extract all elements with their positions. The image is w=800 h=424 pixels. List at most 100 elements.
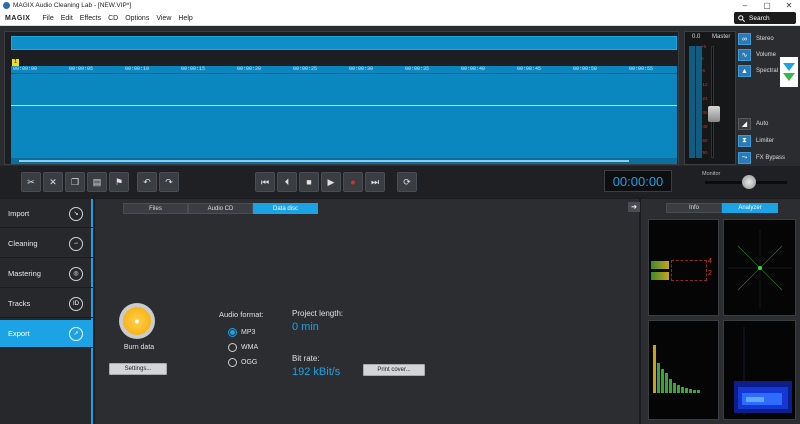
stop-icon: ■: [306, 177, 312, 187]
play-button[interactable]: ▶: [321, 172, 341, 192]
peak-meter-display: 4 2: [648, 219, 719, 316]
spectrum-bar: [673, 383, 676, 393]
go-to-start-button[interactable]: ⏮: [255, 172, 275, 192]
limiter-option[interactable]: ⧗ Limiter: [738, 135, 798, 147]
minimize-button[interactable]: –: [734, 0, 756, 11]
tab-analyzer[interactable]: Analyzer: [722, 203, 778, 213]
scale-label: -24: [701, 96, 708, 101]
settings-button[interactable]: Settings...: [109, 363, 167, 375]
scale-label: -48: [701, 124, 708, 129]
sidebar-item-export[interactable]: Export ↗: [0, 320, 93, 348]
scale-label: -12: [701, 82, 708, 87]
stop-button[interactable]: ■: [299, 172, 319, 192]
tick-label: 00:00:15: [181, 66, 206, 72]
tab-files[interactable]: Files: [123, 203, 188, 214]
stereo-icon[interactable]: ∞: [738, 33, 751, 45]
go-to-end-button[interactable]: ⏭: [365, 172, 385, 192]
auto-option[interactable]: ◢ Auto: [738, 118, 798, 130]
master-fader-track[interactable]: [711, 46, 714, 158]
sidebar-item-label: Cleaning: [8, 239, 38, 248]
maximize-button[interactable]: ▢: [756, 0, 778, 11]
radio-ogg[interactable]: [228, 357, 237, 367]
print-cover-button[interactable]: Print cover...: [363, 364, 425, 376]
tick-label: 00:00:55: [629, 66, 654, 72]
spectrum-bar: [665, 373, 668, 393]
loop-icon: ⟳: [403, 176, 411, 187]
menu-edit[interactable]: Edit: [61, 15, 73, 22]
sidebar-item-import[interactable]: Import ↘: [0, 200, 93, 228]
peak-value-left: 4: [708, 258, 712, 265]
fx-bypass-icon[interactable]: ⤳: [738, 152, 751, 164]
waveform-track[interactable]: [11, 74, 677, 158]
stereo-option[interactable]: ∞ Stereo: [738, 33, 798, 45]
tick-label: 00:00:35: [405, 66, 430, 72]
previous-button[interactable]: ⏴: [277, 172, 297, 192]
search-button[interactable]: Search: [734, 12, 796, 24]
overview-strip[interactable]: [11, 36, 677, 50]
project-length-label: Project length:: [292, 309, 344, 318]
peak-bar-left: [651, 261, 669, 269]
paste-button[interactable]: ▤: [87, 172, 107, 192]
burn-data-button[interactable]: ●: [119, 303, 155, 339]
meter-scale: +6 0 -6 -12 -24 -36 -48 -60 -90: [701, 44, 711, 156]
tick-label: 00:00:25: [293, 66, 318, 72]
brand-logo: MAGIX: [5, 14, 31, 22]
tick-label: 00:00:00: [13, 66, 38, 72]
horizontal-scrollbar[interactable]: [11, 158, 677, 164]
spectral-label: Spectral: [756, 68, 779, 74]
scale-label: -6: [701, 68, 706, 73]
stereo-label: Stereo: [756, 36, 774, 42]
undo-button[interactable]: ↶: [137, 172, 157, 192]
marker-1[interactable]: 1: [12, 59, 19, 66]
undo-icon: ↶: [143, 176, 151, 187]
delete-button[interactable]: ✕: [43, 172, 63, 192]
marker-button[interactable]: ⚑: [109, 172, 129, 192]
tick-label: 00:00:10: [125, 66, 150, 72]
menu-help[interactable]: Help: [178, 15, 192, 22]
radio-wma[interactable]: [228, 342, 237, 352]
tab-data-disc[interactable]: Data disc: [253, 203, 318, 214]
monitor-knob[interactable]: [742, 175, 756, 189]
skip-end-icon: ⏭: [370, 176, 380, 187]
copy-button[interactable]: ❐: [65, 172, 85, 192]
master-fader-knob[interactable]: [708, 106, 720, 122]
menu-file[interactable]: File: [42, 15, 53, 22]
spectral-icon[interactable]: ▲: [738, 65, 751, 77]
waveform-line: [11, 105, 677, 106]
sidebar-item-mastering[interactable]: Mastering ◎: [0, 260, 93, 288]
volume-label: Volume: [756, 52, 777, 58]
scrollbar-thumb[interactable]: [19, 160, 629, 162]
tab-info[interactable]: Info: [666, 203, 722, 213]
record-button[interactable]: ●: [343, 172, 363, 192]
format-option-ogg[interactable]: OGG: [228, 357, 257, 367]
spectrum-bar: [685, 388, 688, 393]
menu-options[interactable]: Options: [125, 15, 149, 22]
format-option-mp3[interactable]: MP3: [228, 327, 255, 337]
magix-logo: [780, 57, 798, 87]
peak-value-right: 2: [708, 270, 712, 277]
scale-label: +6: [701, 44, 707, 49]
master-panel: 0.0 Master +6 0 -6 -12 -24 -36 -48 -60 -…: [684, 31, 736, 165]
loop-button[interactable]: ⟳: [397, 172, 417, 192]
radio-mp3[interactable]: [228, 327, 237, 337]
limiter-icon[interactable]: ⧗: [738, 135, 751, 147]
format-option-wma[interactable]: WMA: [228, 342, 258, 352]
sidebar-item-tracks[interactable]: Tracks ID: [0, 290, 93, 318]
volume-icon[interactable]: ∿: [738, 49, 751, 61]
redo-button[interactable]: ↷: [159, 172, 179, 192]
spectrum-bar: [693, 390, 696, 393]
forward-arrow-button[interactable]: ➔: [628, 202, 640, 212]
close-button[interactable]: ✕: [778, 0, 800, 11]
tab-audio-cd[interactable]: Audio CD: [188, 203, 253, 214]
fx-bypass-option[interactable]: ⤳ FX Bypass: [738, 152, 798, 164]
sidebar-item-cleaning[interactable]: Cleaning ∽: [0, 230, 93, 258]
analyzer-panel: Info Analyzer 4 2: [641, 199, 800, 424]
menu-view[interactable]: View: [156, 15, 171, 22]
auto-label: Auto: [756, 121, 769, 127]
menu-effects[interactable]: Effects: [80, 15, 101, 22]
menu-cd[interactable]: CD: [108, 15, 118, 22]
sidebar-item-label: Tracks: [8, 299, 31, 308]
auto-icon[interactable]: ◢: [738, 118, 751, 130]
timeline-ruler[interactable]: 00:00:00 00:00:05 00:00:10 00:00:15 00:0…: [11, 66, 677, 74]
cut-tool-button[interactable]: ✂: [21, 172, 41, 192]
